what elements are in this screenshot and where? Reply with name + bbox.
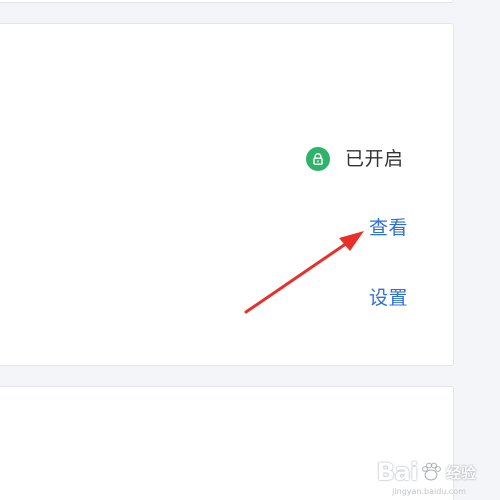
next-card (0, 386, 454, 500)
settings-link[interactable]: 设置 (369, 285, 408, 311)
view-link[interactable]: 查看 (369, 215, 408, 241)
lock-icon (306, 147, 330, 171)
status-row: 已开启 (306, 146, 404, 172)
security-card (0, 23, 454, 366)
page: 已开启 查看 设置 Bai 经验 jingyan.baidu.com (0, 0, 500, 500)
card-top-edge (0, 0, 454, 3)
status-label: 已开启 (345, 148, 404, 170)
